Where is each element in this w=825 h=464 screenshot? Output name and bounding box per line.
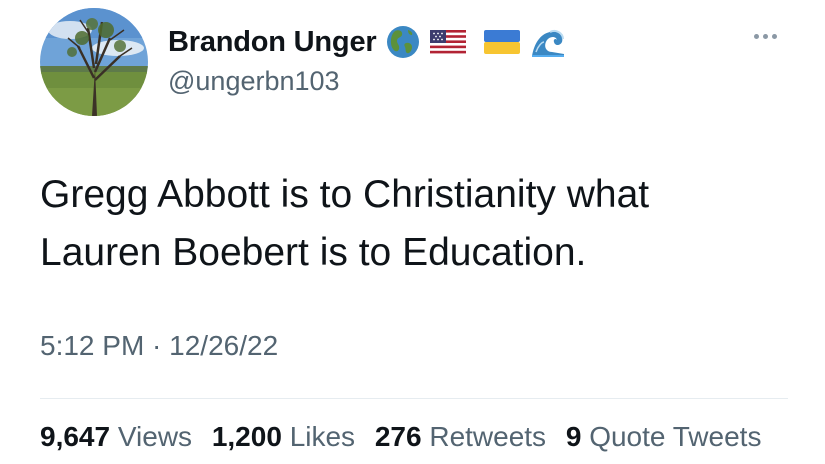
views-label: Views [117, 421, 193, 452]
divider [40, 398, 788, 399]
retweets-count: 276 [374, 421, 422, 452]
author-display-name[interactable]: Brandon Unger [168, 26, 377, 59]
quote-tweets-stat[interactable]: 9 Quote Tweets [566, 421, 762, 452]
us-flag-icon [430, 30, 467, 54]
likes-count: 1,200 [211, 421, 282, 452]
quote-tweets-count: 9 [565, 421, 582, 452]
author-name-row: Brandon Unger [168, 22, 566, 62]
views-stat[interactable]: 9,647 Views [40, 421, 192, 452]
dot [772, 34, 777, 39]
tweet-timestamp[interactable]: 5:12 PM · 12/26/22 [40, 330, 278, 362]
tweet-text: Gregg Abbott is to Christianity what Lau… [40, 166, 810, 282]
likes-stat[interactable]: 1,200 Likes [212, 421, 355, 452]
avatar-photo-icon [40, 8, 148, 116]
globe-americas-icon [386, 25, 420, 59]
quote-tweets-label: Quote Tweets [589, 421, 762, 452]
ukraine-flag-icon [484, 30, 521, 54]
dot [754, 34, 759, 39]
views-count: 9,647 [40, 421, 111, 452]
author-handle[interactable]: @ungerbn103 [168, 66, 340, 97]
tweet-text-line: Gregg Abbott is to Christianity what [40, 173, 650, 216]
tweet-stats: 9,647 Views 1,200 Likes 276 Retweets 9 Q… [40, 421, 825, 453]
wave-icon [530, 26, 566, 58]
retweets-label: Retweets [429, 421, 547, 452]
tweet-text-line: Lauren Boebert is to Education. [40, 231, 587, 274]
dot [763, 34, 768, 39]
likes-label: Likes [289, 421, 356, 452]
avatar[interactable] [40, 8, 148, 116]
retweets-stat[interactable]: 276 Retweets [375, 421, 546, 452]
more-options-icon[interactable] [754, 34, 777, 39]
